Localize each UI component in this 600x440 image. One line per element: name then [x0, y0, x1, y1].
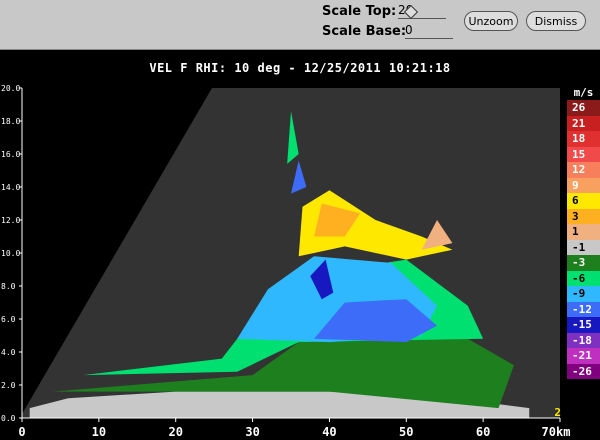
scale-base-label: Scale Base: — [322, 24, 407, 39]
rhi-plot[interactable]: 0 10 20 30 40 50 60 70km 0.0 2.0 4.0 6.0 8.0 10.0 12.0… — [0, 80, 600, 440]
y-tick-label: 4.0 — [1, 348, 16, 357]
colorbar-cell: -3 — [567, 255, 600, 271]
colorbar-cell: 12 — [567, 162, 600, 178]
colorbar-cell: -9 — [567, 286, 600, 302]
x-tick-label: 70km — [542, 425, 571, 439]
y-tick-label: 10.0 — [1, 249, 20, 258]
x-tick-label: 40 — [322, 425, 336, 439]
colorbar-cell: 3 — [567, 208, 600, 224]
x-tick-label: 10 — [92, 425, 106, 439]
colorbar-cell: -1 — [567, 239, 600, 255]
colorbar-cell: -26 — [567, 363, 600, 379]
y-tick-label: 18.0 — [1, 117, 20, 126]
colorbar-cell: -15 — [567, 317, 600, 333]
x-tick-label: 0 — [18, 425, 25, 439]
y-tick-label: 16.0 — [1, 150, 20, 159]
unzoom-button[interactable]: Unzoom — [464, 11, 518, 31]
colorbar-unit: m/s — [573, 86, 594, 99]
toolbar: Scale Top: 20 Scale Base: 0 Unzoom Dismi… — [0, 0, 600, 50]
colorbar-cell: -21 — [567, 348, 600, 364]
y-tick-label: 6.0 — [1, 315, 16, 324]
x-tick-label: 60 — [476, 425, 490, 439]
y-tick-label: 14.0 — [1, 183, 20, 192]
colorbar-cell: -18 — [567, 332, 600, 348]
x-tick-label: 50 — [399, 425, 413, 439]
x-tick-label: 30 — [245, 425, 259, 439]
plot-title: VEL F RHI: 10 deg - 12/25/2011 10:21:18 — [149, 61, 451, 75]
colorbar-cell: -12 — [567, 301, 600, 317]
colorbar-cell: 21 — [567, 115, 600, 131]
scale-top-label: Scale Top: — [322, 4, 397, 19]
x-tick-label: 20 — [168, 425, 182, 439]
y-tick-label: 0.0 — [1, 414, 16, 423]
colorbar-cell: 1 — [567, 224, 600, 240]
colorbar-cell: 6 — [567, 193, 600, 209]
y-tick-label: 2.0 — [1, 381, 16, 390]
dismiss-button[interactable]: Dismiss — [526, 11, 586, 31]
y-tick-label: 8.0 — [1, 282, 16, 291]
colorbar-cell: -6 — [567, 270, 600, 286]
colorbar-cell: 26 — [567, 100, 600, 116]
colorbar-cell: 18 — [567, 131, 600, 147]
colorbar-cell: 15 — [567, 146, 600, 162]
colorbar-cell: 9 — [567, 177, 600, 193]
colorbar: m/s 26 21 18 15 12 9 6 3 1 -1 -3 -6 -9 -12 -15 -18 -21 -2… — [567, 86, 600, 379]
corner-label: 2 — [554, 406, 561, 419]
scale-base-input[interactable]: 0 — [405, 23, 453, 39]
y-tick-label: 20.0 — [1, 84, 20, 93]
y-tick-label: 12.0 — [1, 216, 20, 225]
